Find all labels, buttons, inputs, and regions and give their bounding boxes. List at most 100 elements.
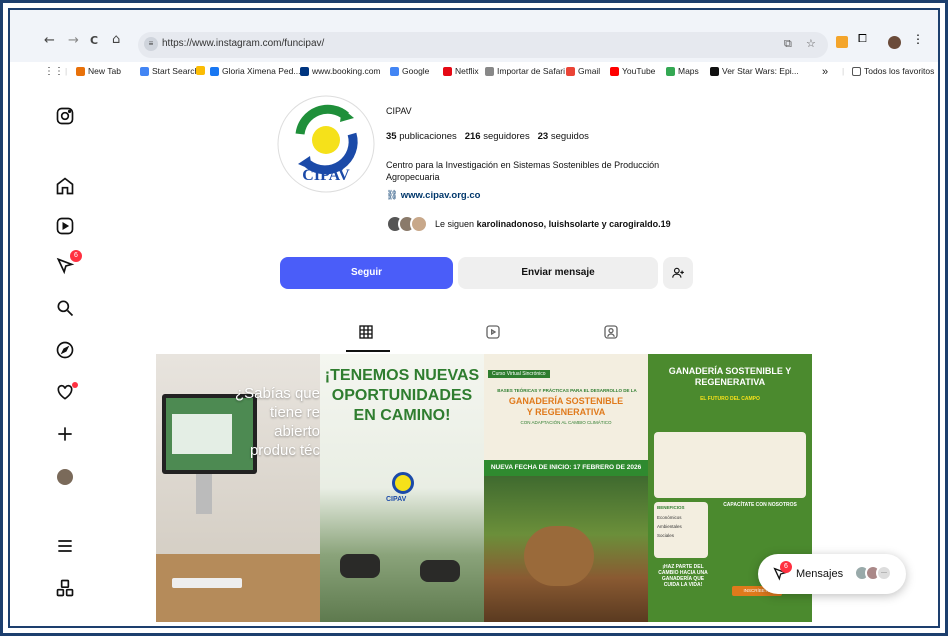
explore-icon[interactable]: [54, 340, 76, 362]
post-4-cta-4: CUIDA LA VIDA!: [663, 582, 703, 588]
monitor-stand: [196, 474, 212, 514]
instagram-logo-icon[interactable]: [54, 106, 76, 128]
bookmark-item[interactable]: Maps: [666, 66, 699, 76]
cattle-image: [340, 554, 380, 578]
profile-website-link[interactable]: ⛓ www.cipav.org.co: [386, 190, 480, 201]
bookmark-item[interactable]: [196, 66, 208, 75]
url-text: https://www.instagram.com/funcipav/: [162, 38, 325, 49]
followers-link[interactable]: 216 seguidores: [465, 131, 530, 142]
home-button[interactable]: ⌂: [112, 33, 120, 47]
bookmark-icon: [566, 66, 575, 76]
bookmark-item[interactable]: Gmail: [566, 66, 600, 76]
address-bar[interactable]: ≡ https://www.instagram.com/funcipav/ ⧉ …: [138, 32, 828, 58]
post-4-benefit-1: Económicos: [657, 515, 682, 520]
post-4-benefits-box: BENEFICIOS Económicos Ambientales Social…: [654, 502, 708, 558]
tab-reels[interactable]: [481, 324, 505, 348]
post-3-title: GANADERÍA SOSTENIBLE Y REGENERATIVA: [484, 396, 648, 418]
tab-tagged[interactable]: [599, 324, 623, 348]
bookmark-star-icon[interactable]: ☆: [806, 37, 816, 50]
bookmark-item[interactable]: New Tab: [76, 66, 121, 76]
menu-icon[interactable]: ⋮: [912, 32, 924, 46]
avatar: [410, 215, 428, 233]
bookmark-item[interactable]: Importar de Safari: [485, 66, 565, 76]
post-3[interactable]: Curso Virtual Sincrónico BASES TEÓRICAS …: [484, 354, 648, 622]
create-icon[interactable]: [54, 424, 76, 446]
profile-avatar[interactable]: [888, 36, 901, 49]
profile-avatar-icon[interactable]: [54, 466, 76, 488]
followers-label: seguidores: [483, 131, 530, 142]
post-2-logo-text: CIPAV: [386, 496, 407, 503]
bookmark-icon: [485, 66, 494, 76]
bookmark-icon: [390, 66, 399, 76]
post-4-cta: ¡HAZ PARTE DEL CAMBIO HACIA UNA GANADERÍ…: [650, 564, 716, 588]
bookmark-label: www.booking.com: [312, 66, 381, 76]
extensions-puzzle-icon[interactable]: ⧠: [858, 32, 867, 46]
more-avatars: ···: [876, 565, 892, 581]
browser-window: ← → C ⌂ ≡ https://www.instagram.com/func…: [8, 8, 940, 628]
bookmark-item[interactable]: Google: [390, 66, 429, 76]
bookmark-icon: [710, 66, 719, 76]
back-button[interactable]: ←: [44, 34, 55, 48]
bookmark-label: Ver Star Wars: Epi...: [722, 66, 799, 76]
more-menu-icon[interactable]: [54, 536, 76, 558]
post-2[interactable]: ¡TENEMOS NUEVAS OPORTUNIDADES EN CAMINO!…: [320, 354, 484, 622]
post-2-logo: [392, 472, 414, 494]
apps-icon[interactable]: ⋮⋮: [44, 66, 64, 77]
followed-by-text: Le siguen karolinadonoso, luishsolarte y…: [435, 219, 671, 229]
bio-line-1: Centro para la Investigación en Sistemas…: [386, 160, 660, 170]
desk-image: [156, 554, 320, 622]
bookmark-item[interactable]: Ver Star Wars: Epi...: [710, 66, 799, 76]
posts-count: 35: [386, 131, 397, 142]
suggest-users-button[interactable]: [663, 257, 693, 289]
notification-dot: [72, 382, 78, 388]
bookmark-item[interactable]: Start Search: [140, 66, 199, 76]
post-4-title-1: GANADERÍA SOSTENIBLE Y: [668, 366, 792, 376]
profile-bio: Centro para la Investigación en Sistemas…: [386, 159, 696, 183]
post-4-subtitle: EL FUTURO DEL CAMPO: [700, 396, 760, 402]
all-bookmarks-button[interactable]: Todos los favoritos: [852, 66, 934, 76]
bookmark-label: Gloria Ximena Ped...: [222, 66, 301, 76]
following-link[interactable]: 23 seguidos: [538, 131, 589, 142]
profile-logo[interactable]: CIPAV: [276, 94, 376, 194]
profile-stats: 35 publicaciones 216 seguidores 23 segui…: [386, 131, 589, 142]
post-3-subtitle-2: CON ADAPTACIÓN AL CAMBIO CLIMÁTICO: [520, 420, 612, 425]
send-message-button[interactable]: Enviar mensaje: [458, 257, 658, 289]
bookmark-icon: [196, 66, 205, 75]
forward-button[interactable]: →: [68, 34, 79, 48]
more-bookmarks-button[interactable]: »: [822, 66, 828, 78]
bookmark-label: New Tab: [88, 66, 121, 76]
cattle-image: [420, 560, 460, 582]
install-app-icon[interactable]: ⧉: [784, 37, 792, 51]
bookmark-item[interactable]: www.booking.com: [300, 66, 381, 76]
bookmark-item[interactable]: Gloria Ximena Ped...: [210, 66, 300, 76]
post-4-benefit-2: Ambientales: [657, 524, 682, 529]
threads-icon[interactable]: [54, 578, 76, 600]
post-1[interactable]: ¿Sabías que tiene re abierto produc téc: [156, 354, 320, 622]
messages-avatars: ···: [854, 565, 892, 581]
bookmark-item[interactable]: YouTube: [610, 66, 655, 76]
keyboard-image: [172, 578, 242, 588]
messages-nav-icon[interactable]: 6: [54, 250, 82, 278]
heart-icon[interactable]: [54, 382, 78, 404]
add-user-icon: [672, 267, 684, 278]
bookmark-item[interactable]: Netflix: [443, 66, 479, 76]
tab-posts[interactable]: [354, 324, 378, 348]
bookmark-icon: [210, 66, 219, 76]
post-2-line-3: EN CAMINO!: [353, 407, 451, 424]
bio-line-2: Agropecuaria: [386, 172, 440, 182]
bookmark-icon: [666, 66, 675, 76]
bookmarks-bar: ⋮⋮ | New Tab Start Search Gloria Ximena Pe…: [10, 62, 938, 84]
messages-button[interactable]: 6 Mensajes ···: [758, 554, 906, 594]
site-settings-icon[interactable]: ≡: [144, 37, 158, 51]
tagged-icon: [604, 325, 618, 339]
home-icon[interactable]: [54, 176, 76, 198]
followed-by[interactable]: Le siguen karolinadonoso, luishsolarte y…: [386, 215, 671, 233]
reels-icon[interactable]: [54, 216, 76, 238]
bookmarks-separator: |: [65, 66, 68, 76]
reload-button[interactable]: C: [90, 34, 98, 48]
extension-icon[interactable]: [836, 36, 848, 48]
followed-by-prefix: Le siguen: [435, 219, 475, 229]
search-icon[interactable]: [54, 298, 76, 320]
posts-label: publicaciones: [399, 131, 457, 142]
follow-button[interactable]: Seguir: [280, 257, 453, 289]
